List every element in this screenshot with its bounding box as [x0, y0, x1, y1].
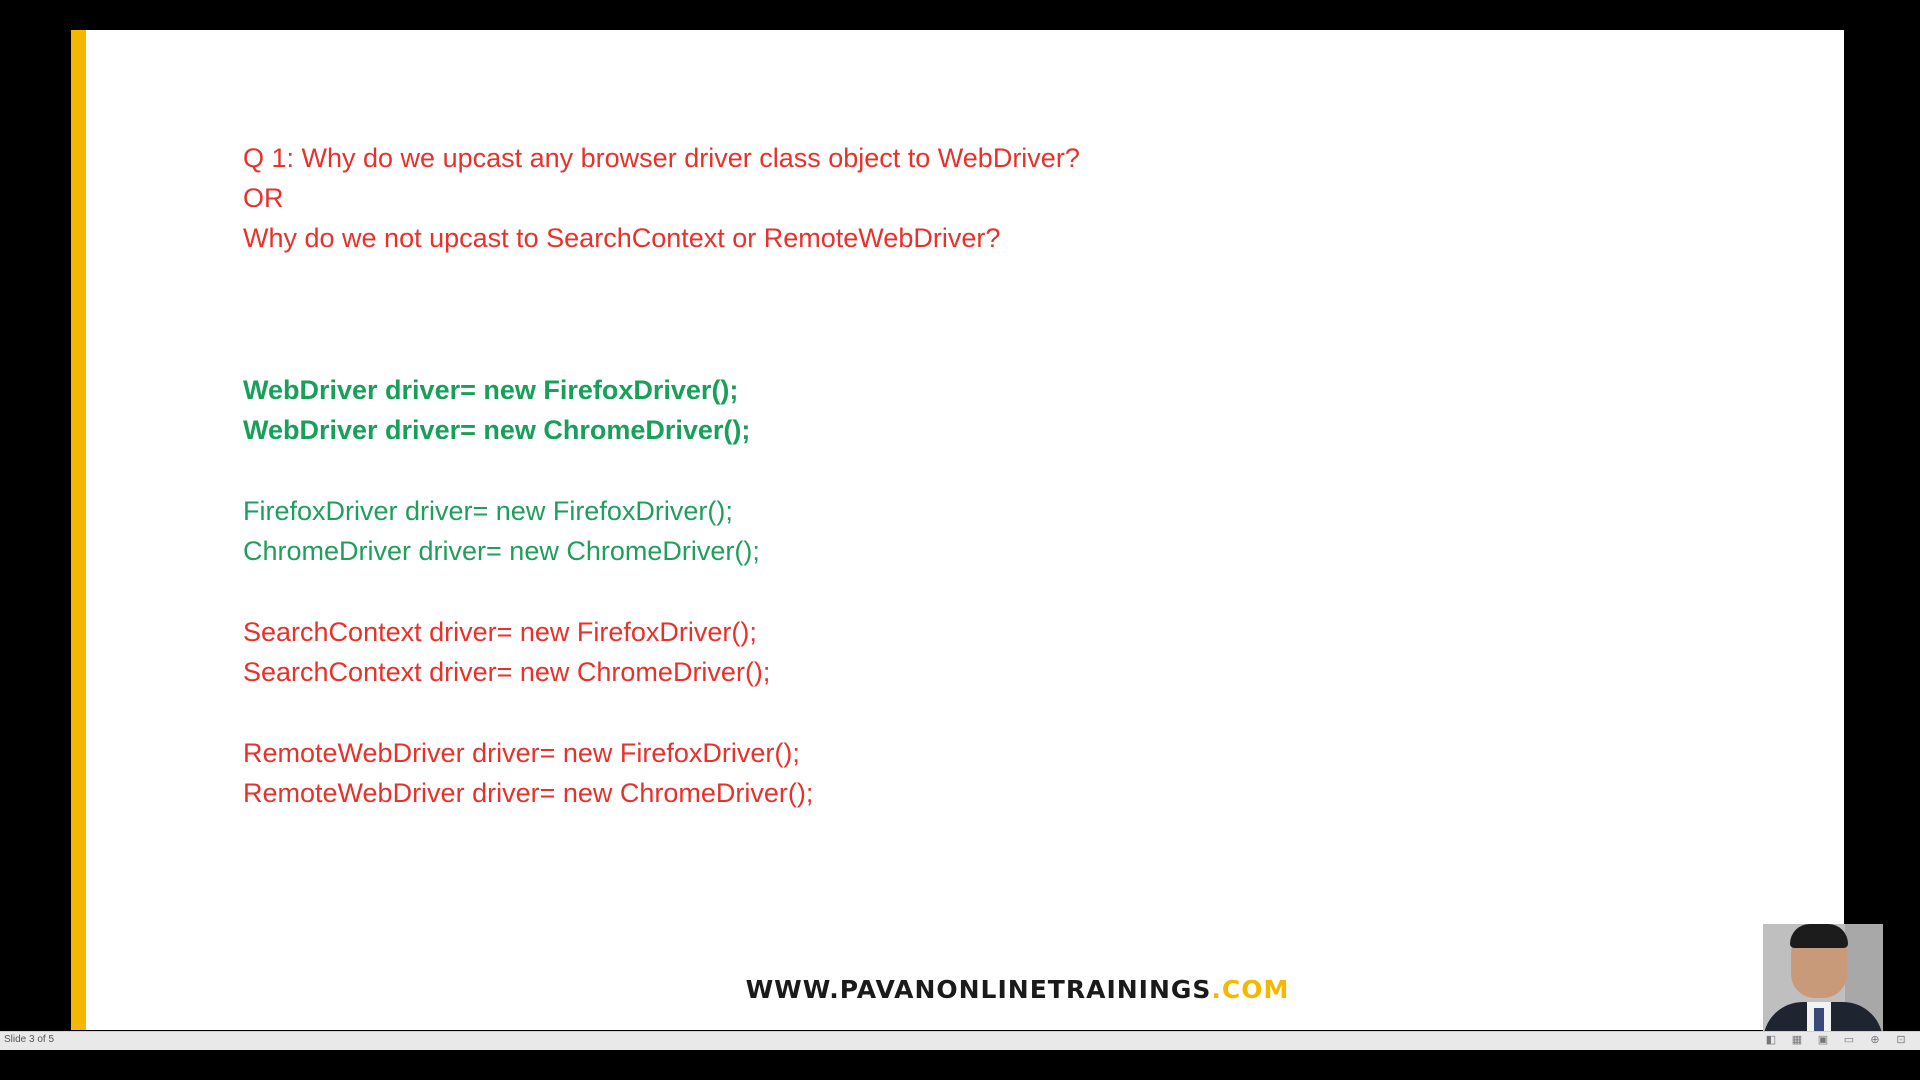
code-line-webdriver: WebDriver driver= new FirefoxDriver();: [243, 375, 739, 405]
question-line: OR: [243, 183, 284, 213]
status-bar: Slide 3 of 5 ◧ ▦ ▣ ▭ ⊕ ⊡: [0, 1031, 1920, 1050]
watermark-main: WWW.PAVANONLINETRAININGS: [745, 975, 1212, 1004]
slide-sorter-icon[interactable]: ▦: [1790, 1033, 1804, 1047]
slide-indicator: Slide 3 of 5: [4, 1034, 55, 1045]
zoom-icon[interactable]: ⊕: [1868, 1033, 1882, 1047]
question-line: Q 1: Why do we upcast any browser driver…: [243, 143, 1080, 173]
slide-content: Q 1: Why do we upcast any browser driver…: [243, 138, 1643, 813]
code-line-remotewebdriver: RemoteWebDriver driver= new FirefoxDrive…: [243, 738, 800, 768]
presenter-webcam-thumbnail: [1763, 924, 1883, 1044]
code-line-webdriver: WebDriver driver= new ChromeDriver();: [243, 415, 751, 445]
code-line-concrete: FirefoxDriver driver= new FirefoxDriver(…: [243, 496, 733, 526]
code-line-searchcontext: SearchContext driver= new FirefoxDriver(…: [243, 617, 757, 647]
slide-canvas: Q 1: Why do we upcast any browser driver…: [71, 30, 1844, 1030]
code-line-remotewebdriver: RemoteWebDriver driver= new ChromeDriver…: [243, 778, 814, 808]
presentation-screen: Q 1: Why do we upcast any browser driver…: [0, 0, 1920, 1080]
view-controls: ◧ ▦ ▣ ▭ ⊕ ⊡: [1764, 1033, 1908, 1047]
slideshow-icon[interactable]: ▭: [1842, 1033, 1856, 1047]
slide-accent-bar: [71, 30, 86, 1030]
code-line-concrete: ChromeDriver driver= new ChromeDriver();: [243, 536, 760, 566]
fit-icon[interactable]: ⊡: [1894, 1033, 1908, 1047]
code-line-searchcontext: SearchContext driver= new ChromeDriver()…: [243, 657, 771, 687]
question-line: Why do we not upcast to SearchContext or…: [243, 223, 1001, 253]
presenter-hair: [1790, 924, 1848, 948]
watermark-suffix: .COM: [1211, 975, 1290, 1004]
reading-view-icon[interactable]: ▣: [1816, 1033, 1830, 1047]
site-watermark: WWW.PAVANONLINETRAININGS.COM: [71, 975, 1844, 1004]
normal-view-icon[interactable]: ◧: [1764, 1033, 1778, 1047]
